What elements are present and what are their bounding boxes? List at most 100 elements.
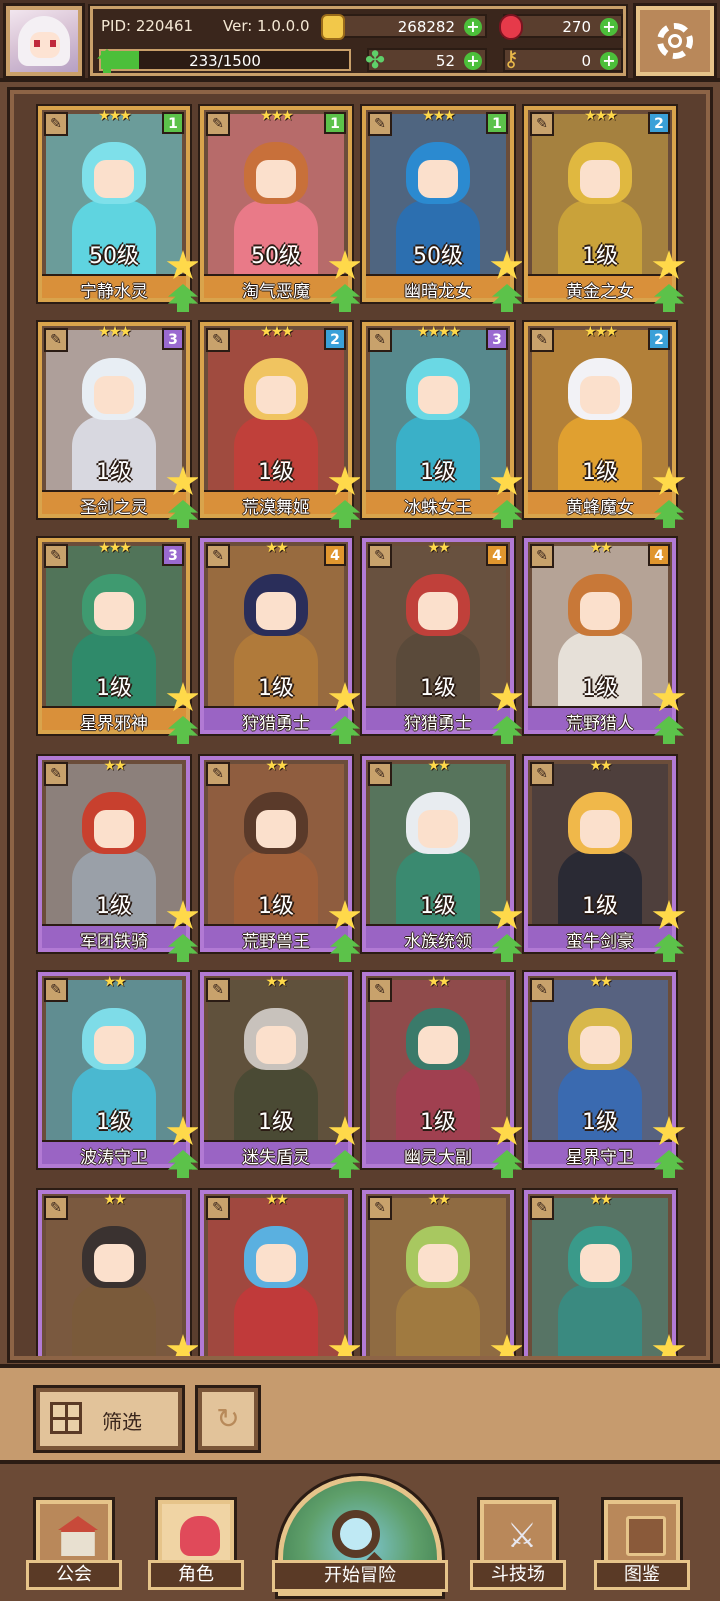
character-card[interactable]: ✎ ★★★ 1 50级 幽暗龙女 [360, 104, 524, 312]
character-card[interactable]: ✎ ★★★ 3 1级 星界邪神 [36, 536, 200, 744]
character-level: 1级 [96, 1110, 132, 1135]
nav-guild-label: 公会 [26, 1560, 122, 1590]
portrait-face [418, 376, 458, 414]
add-clover-button[interactable]: + [464, 52, 482, 70]
portrait-face [580, 592, 620, 630]
magnifier-icon [332, 1510, 380, 1558]
add-gem-button[interactable]: + [600, 18, 618, 36]
character-level: 1级 [420, 676, 456, 701]
portrait-face [580, 1026, 620, 1064]
character-level: 50级 [413, 244, 463, 269]
portrait-face [94, 1244, 134, 1282]
rank-badge: 1 [162, 112, 184, 134]
character-name-bar: 圣剑之灵 [42, 490, 186, 518]
nav-start-adventure[interactable]: 开始冒险 [272, 1473, 448, 1599]
character-card[interactable]: ✎ ★★★ 2 1级 黄金之女 [522, 104, 686, 312]
rank-badge: 3 [162, 328, 184, 350]
character-name-bar: 军团铁骑 [42, 924, 186, 952]
portrait-face [256, 160, 296, 198]
character-card[interactable]: ✎ ★★★ 1 50级 宁静水灵 [36, 104, 200, 312]
character-portrait [532, 1198, 668, 1356]
character-name-bar: 水族统领 [366, 924, 510, 952]
rank-badge: 1 [324, 112, 346, 134]
nav-codex-label: 图鉴 [594, 1560, 690, 1590]
portrait-face [418, 1244, 458, 1282]
star-rating: ★★ [103, 974, 126, 990]
nav-arena-label: 斗技场 [470, 1560, 566, 1590]
character-card[interactable]: ✎ ★★★ 2 1级 荒漠舞姬 [198, 320, 362, 528]
avatar-eye [34, 40, 40, 47]
gem-counter: 270 + [499, 14, 623, 40]
character-name-bar: 蛮牛剑豪 [528, 924, 672, 952]
grid-icon [50, 1402, 82, 1434]
gold-value: 268282 [397, 18, 455, 36]
character-level: 1级 [582, 1110, 618, 1135]
add-gold-button[interactable]: + [464, 18, 482, 36]
star-rating: ★★ [265, 758, 288, 774]
book-icon [626, 1516, 666, 1556]
character-card[interactable]: ✎ ★★ 1级 迷失盾灵 [198, 970, 362, 1178]
character-name-bar: 荒野猎人 [528, 706, 672, 734]
filter-button[interactable]: 筛选 [33, 1385, 185, 1453]
character-card[interactable]: ✎ ★★★ 2 1级 黄蜂魔女 [522, 320, 686, 528]
character-card[interactable]: ✎ ★★★ 3 1级 圣剑之灵 [36, 320, 200, 528]
character-card[interactable]: ✎ ★★ 1级 幽灵大副 [360, 970, 524, 1178]
rank-badge: 1 [486, 112, 508, 134]
nav-arena[interactable]: ⚔ 斗技场 [470, 1497, 566, 1590]
character-level: 1级 [96, 676, 132, 701]
crossed-swords-icon: ⚔ [506, 1516, 538, 1556]
rank-badge: 2 [324, 328, 346, 350]
character-level: 1级 [582, 460, 618, 485]
character-card[interactable]: ✎ ★★ [522, 1188, 686, 1356]
character-level: 1级 [258, 676, 294, 701]
character-name: 荒野兽王 [242, 932, 310, 952]
character-level: 1级 [96, 894, 132, 919]
character-name-bar: 淘气恶魔 [204, 274, 348, 302]
character-card[interactable]: ✎ ★★ [36, 1188, 200, 1356]
add-key-button[interactable]: + [600, 52, 618, 70]
portrait-face [418, 1026, 458, 1064]
rank-badge: 4 [648, 544, 670, 566]
character-card[interactable]: ✎ ★★ 1级 蛮牛剑豪 [522, 754, 686, 962]
portrait-face [94, 160, 134, 198]
player-avatar[interactable] [3, 3, 85, 79]
character-card[interactable]: ✎ ★★ 4 1级 荒野猎人 [522, 536, 686, 744]
character-name: 圣剑之灵 [80, 498, 148, 518]
rank-badge: 3 [486, 328, 508, 350]
character-card[interactable]: ✎ ★★ 1级 水族统领 [360, 754, 524, 962]
character-card[interactable]: ✎ ★★ 1级 荒野兽王 [198, 754, 362, 962]
character-face-icon [180, 1516, 220, 1556]
character-card[interactable]: ✎ ★★ 4 1级 狩猎勇士 [360, 536, 524, 744]
filter-label: 筛选 [102, 1410, 142, 1434]
character-portrait [46, 1198, 182, 1356]
character-name: 星界守卫 [566, 1148, 634, 1168]
character-card[interactable]: ✎ ★★ 1级 波涛守卫 [36, 970, 200, 1178]
star-rating: ★★ [427, 974, 450, 990]
character-name: 星界邪神 [80, 714, 148, 734]
character-card[interactable]: ✎ ★★ [198, 1188, 362, 1356]
character-card[interactable]: ✎ ★★ [360, 1188, 524, 1356]
portrait-face [418, 160, 458, 198]
nav-codex[interactable]: 图鉴 [594, 1497, 690, 1590]
character-grid[interactable]: ✎ ★★★ 1 50级 宁静水灵 ✎ ★★★ 1 50级 淘气恶魔 ✎ ★★★ … [7, 87, 713, 1363]
key-value: 0 [581, 52, 591, 70]
grid-controls: 筛选 ↻ [0, 1364, 720, 1464]
portrait-face [256, 376, 296, 414]
nav-character[interactable]: 角色 [148, 1497, 244, 1590]
portrait-face [256, 592, 296, 630]
rank-badge: 3 [162, 544, 184, 566]
character-card[interactable]: ✎ ★★ 4 1级 狩猎勇士 [198, 536, 362, 744]
star-rating: ★★ [589, 758, 612, 774]
star-rating: ★★ [103, 758, 126, 774]
character-card[interactable]: ✎ ★★★ 1 50级 淘气恶魔 [198, 104, 362, 312]
settings-button[interactable] [633, 3, 717, 79]
character-card[interactable]: ✎ ★★ 1级 星界守卫 [522, 970, 686, 1178]
nav-adventure-label: 开始冒险 [272, 1560, 448, 1592]
reset-filter-button[interactable]: ↻ [195, 1385, 261, 1453]
star-rating: ★★ [265, 1192, 288, 1208]
nav-guild[interactable]: 公会 [26, 1497, 122, 1590]
gem-value: 270 [562, 18, 591, 36]
character-card[interactable]: ✎ ★★ 1级 军团铁骑 [36, 754, 200, 962]
character-level: 1级 [582, 244, 618, 269]
character-card[interactable]: ✎ ★★★★ 3 1级 冰蛛女王 [360, 320, 524, 528]
